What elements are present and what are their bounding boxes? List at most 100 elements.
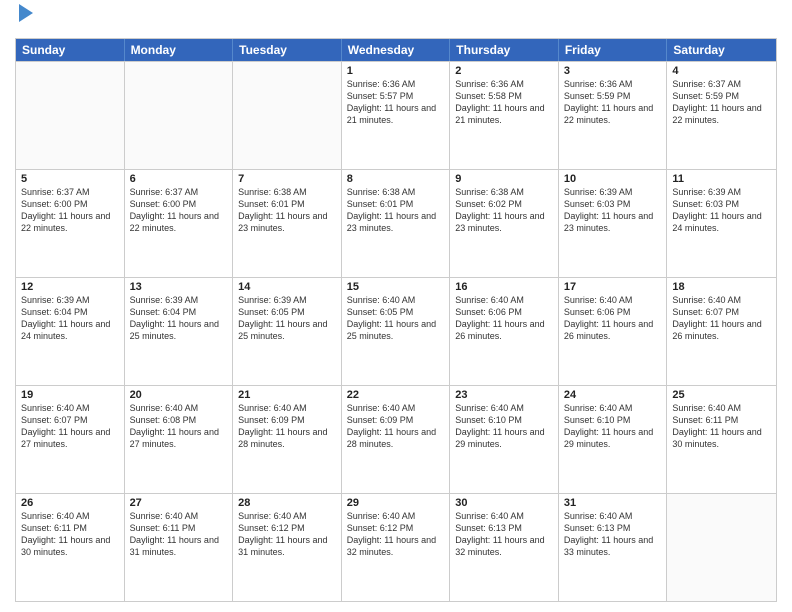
table-row: 6Sunrise: 6:37 AMSunset: 6:00 PMDaylight… [125,170,234,277]
cell-info: Sunrise: 6:40 AMSunset: 6:07 PMDaylight:… [672,294,771,343]
day-number: 19 [21,389,119,401]
table-row: 23Sunrise: 6:40 AMSunset: 6:10 PMDayligh… [450,386,559,493]
cal-week-5: 26Sunrise: 6:40 AMSunset: 6:11 PMDayligh… [16,493,776,601]
day-number: 20 [130,389,228,401]
cell-info: Sunrise: 6:40 AMSunset: 6:13 PMDaylight:… [564,510,662,559]
table-row: 14Sunrise: 6:39 AMSunset: 6:05 PMDayligh… [233,278,342,385]
table-row: 30Sunrise: 6:40 AMSunset: 6:13 PMDayligh… [450,494,559,601]
day-number: 27 [130,497,228,509]
cal-header-saturday: Saturday [667,39,776,61]
table-row: 28Sunrise: 6:40 AMSunset: 6:12 PMDayligh… [233,494,342,601]
cal-week-3: 12Sunrise: 6:39 AMSunset: 6:04 PMDayligh… [16,277,776,385]
cell-info: Sunrise: 6:40 AMSunset: 6:12 PMDaylight:… [347,510,445,559]
cal-header-tuesday: Tuesday [233,39,342,61]
calendar: SundayMondayTuesdayWednesdayThursdayFrid… [15,38,777,602]
day-number: 10 [564,173,662,185]
cell-info: Sunrise: 6:39 AMSunset: 6:04 PMDaylight:… [130,294,228,343]
cal-week-2: 5Sunrise: 6:37 AMSunset: 6:00 PMDaylight… [16,169,776,277]
cal-week-4: 19Sunrise: 6:40 AMSunset: 6:07 PMDayligh… [16,385,776,493]
cell-info: Sunrise: 6:40 AMSunset: 6:10 PMDaylight:… [455,402,553,451]
table-row: 1Sunrise: 6:36 AMSunset: 5:57 PMDaylight… [342,62,451,169]
day-number: 6 [130,173,228,185]
day-number: 3 [564,65,662,77]
day-number: 30 [455,497,553,509]
table-row [125,62,234,169]
table-row [233,62,342,169]
cell-info: Sunrise: 6:40 AMSunset: 6:09 PMDaylight:… [347,402,445,451]
cell-info: Sunrise: 6:39 AMSunset: 6:04 PMDaylight:… [21,294,119,343]
cal-header-wednesday: Wednesday [342,39,451,61]
day-number: 28 [238,497,336,509]
table-row: 26Sunrise: 6:40 AMSunset: 6:11 PMDayligh… [16,494,125,601]
day-number: 12 [21,281,119,293]
cell-info: Sunrise: 6:40 AMSunset: 6:11 PMDaylight:… [21,510,119,559]
table-row: 18Sunrise: 6:40 AMSunset: 6:07 PMDayligh… [667,278,776,385]
table-row: 13Sunrise: 6:39 AMSunset: 6:04 PMDayligh… [125,278,234,385]
table-row: 19Sunrise: 6:40 AMSunset: 6:07 PMDayligh… [16,386,125,493]
table-row: 21Sunrise: 6:40 AMSunset: 6:09 PMDayligh… [233,386,342,493]
cell-info: Sunrise: 6:40 AMSunset: 6:10 PMDaylight:… [564,402,662,451]
table-row: 16Sunrise: 6:40 AMSunset: 6:06 PMDayligh… [450,278,559,385]
table-row [667,494,776,601]
cell-info: Sunrise: 6:40 AMSunset: 6:12 PMDaylight:… [238,510,336,559]
table-row: 2Sunrise: 6:36 AMSunset: 5:58 PMDaylight… [450,62,559,169]
cell-info: Sunrise: 6:38 AMSunset: 6:02 PMDaylight:… [455,186,553,235]
day-number: 5 [21,173,119,185]
day-number: 17 [564,281,662,293]
cal-header-monday: Monday [125,39,234,61]
day-number: 11 [672,173,771,185]
logo [15,10,37,30]
cell-info: Sunrise: 6:37 AMSunset: 6:00 PMDaylight:… [130,186,228,235]
table-row: 10Sunrise: 6:39 AMSunset: 6:03 PMDayligh… [559,170,668,277]
cell-info: Sunrise: 6:40 AMSunset: 6:07 PMDaylight:… [21,402,119,451]
table-row: 25Sunrise: 6:40 AMSunset: 6:11 PMDayligh… [667,386,776,493]
header [15,10,777,30]
table-row: 9Sunrise: 6:38 AMSunset: 6:02 PMDaylight… [450,170,559,277]
cal-header-sunday: Sunday [16,39,125,61]
cell-info: Sunrise: 6:36 AMSunset: 5:57 PMDaylight:… [347,78,445,127]
cell-info: Sunrise: 6:39 AMSunset: 6:03 PMDaylight:… [672,186,771,235]
cell-info: Sunrise: 6:38 AMSunset: 6:01 PMDaylight:… [347,186,445,235]
logo-arrow-icon [19,2,37,24]
day-number: 7 [238,173,336,185]
day-number: 23 [455,389,553,401]
calendar-body: 1Sunrise: 6:36 AMSunset: 5:57 PMDaylight… [16,61,776,601]
page: SundayMondayTuesdayWednesdayThursdayFrid… [0,0,792,612]
table-row: 17Sunrise: 6:40 AMSunset: 6:06 PMDayligh… [559,278,668,385]
day-number: 29 [347,497,445,509]
table-row: 11Sunrise: 6:39 AMSunset: 6:03 PMDayligh… [667,170,776,277]
cell-info: Sunrise: 6:40 AMSunset: 6:13 PMDaylight:… [455,510,553,559]
table-row: 12Sunrise: 6:39 AMSunset: 6:04 PMDayligh… [16,278,125,385]
cell-info: Sunrise: 6:39 AMSunset: 6:05 PMDaylight:… [238,294,336,343]
day-number: 4 [672,65,771,77]
cell-info: Sunrise: 6:39 AMSunset: 6:03 PMDaylight:… [564,186,662,235]
cell-info: Sunrise: 6:40 AMSunset: 6:06 PMDaylight:… [455,294,553,343]
day-number: 8 [347,173,445,185]
table-row: 20Sunrise: 6:40 AMSunset: 6:08 PMDayligh… [125,386,234,493]
cell-info: Sunrise: 6:40 AMSunset: 6:08 PMDaylight:… [130,402,228,451]
table-row: 4Sunrise: 6:37 AMSunset: 5:59 PMDaylight… [667,62,776,169]
calendar-header: SundayMondayTuesdayWednesdayThursdayFrid… [16,39,776,61]
cell-info: Sunrise: 6:40 AMSunset: 6:11 PMDaylight:… [130,510,228,559]
cell-info: Sunrise: 6:37 AMSunset: 5:59 PMDaylight:… [672,78,771,127]
table-row [16,62,125,169]
table-row: 22Sunrise: 6:40 AMSunset: 6:09 PMDayligh… [342,386,451,493]
day-number: 21 [238,389,336,401]
cell-info: Sunrise: 6:36 AMSunset: 5:58 PMDaylight:… [455,78,553,127]
day-number: 9 [455,173,553,185]
table-row: 27Sunrise: 6:40 AMSunset: 6:11 PMDayligh… [125,494,234,601]
cell-info: Sunrise: 6:38 AMSunset: 6:01 PMDaylight:… [238,186,336,235]
day-number: 2 [455,65,553,77]
table-row: 29Sunrise: 6:40 AMSunset: 6:12 PMDayligh… [342,494,451,601]
cell-info: Sunrise: 6:40 AMSunset: 6:11 PMDaylight:… [672,402,771,451]
table-row: 24Sunrise: 6:40 AMSunset: 6:10 PMDayligh… [559,386,668,493]
cell-info: Sunrise: 6:40 AMSunset: 6:05 PMDaylight:… [347,294,445,343]
table-row: 3Sunrise: 6:36 AMSunset: 5:59 PMDaylight… [559,62,668,169]
day-number: 18 [672,281,771,293]
day-number: 14 [238,281,336,293]
day-number: 15 [347,281,445,293]
cell-info: Sunrise: 6:37 AMSunset: 6:00 PMDaylight:… [21,186,119,235]
cal-week-1: 1Sunrise: 6:36 AMSunset: 5:57 PMDaylight… [16,61,776,169]
table-row: 15Sunrise: 6:40 AMSunset: 6:05 PMDayligh… [342,278,451,385]
cal-header-friday: Friday [559,39,668,61]
